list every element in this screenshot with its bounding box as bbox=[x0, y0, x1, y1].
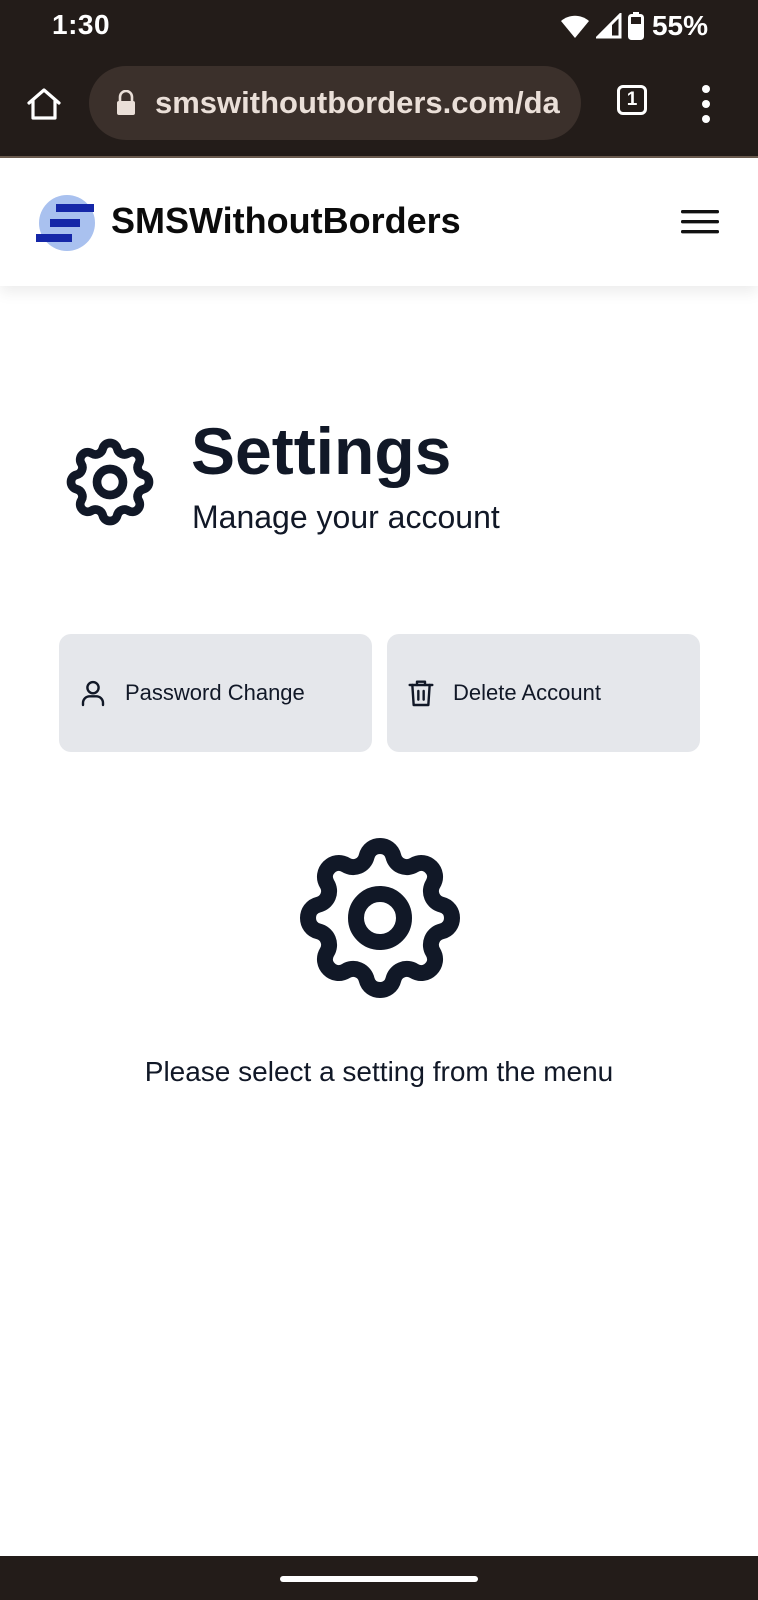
brand-logo-icon[interactable] bbox=[36, 192, 98, 254]
user-icon bbox=[81, 680, 105, 707]
trash-icon bbox=[408, 680, 434, 707]
gesture-nav-bar bbox=[0, 1556, 758, 1600]
status-bar: 1:30 55% bbox=[0, 0, 758, 52]
more-options-icon[interactable] bbox=[694, 82, 718, 126]
tab-switcher-button[interactable]: 1 bbox=[617, 85, 647, 115]
delete-account-label: Delete Account bbox=[453, 680, 601, 705]
password-change-label: Password Change bbox=[125, 680, 305, 705]
page-title: Settings bbox=[191, 414, 452, 488]
settings-placeholder-gear-icon bbox=[300, 838, 460, 998]
delete-account-button[interactable]: Delete Account bbox=[387, 634, 700, 752]
hamburger-menu-icon[interactable] bbox=[681, 206, 719, 238]
home-gesture-handle[interactable] bbox=[280, 1576, 478, 1582]
settings-gear-icon bbox=[66, 438, 154, 526]
browser-toolbar: smswithoutborders.com/da 1 bbox=[0, 52, 758, 158]
empty-state-message: Please select a setting from the menu bbox=[144, 1056, 614, 1087]
cell-signal-icon bbox=[595, 13, 622, 39]
brand-name[interactable]: SMSWithoutBorders bbox=[111, 200, 461, 242]
lock-icon bbox=[117, 90, 135, 115]
address-bar[interactable]: smswithoutborders.com/da bbox=[89, 66, 581, 140]
status-time: 1:30 bbox=[52, 9, 111, 40]
url-text: smswithoutborders.com/da bbox=[155, 85, 560, 120]
password-change-button[interactable]: Password Change bbox=[59, 634, 372, 752]
battery-icon bbox=[627, 12, 644, 40]
page-subtitle: Manage your account bbox=[192, 499, 500, 535]
status-icons: 55% bbox=[560, 10, 708, 42]
wifi-icon bbox=[560, 15, 589, 38]
home-icon[interactable] bbox=[24, 84, 64, 124]
battery-percent: 55% bbox=[651, 10, 708, 41]
site-header: SMSWithoutBorders bbox=[0, 158, 758, 286]
